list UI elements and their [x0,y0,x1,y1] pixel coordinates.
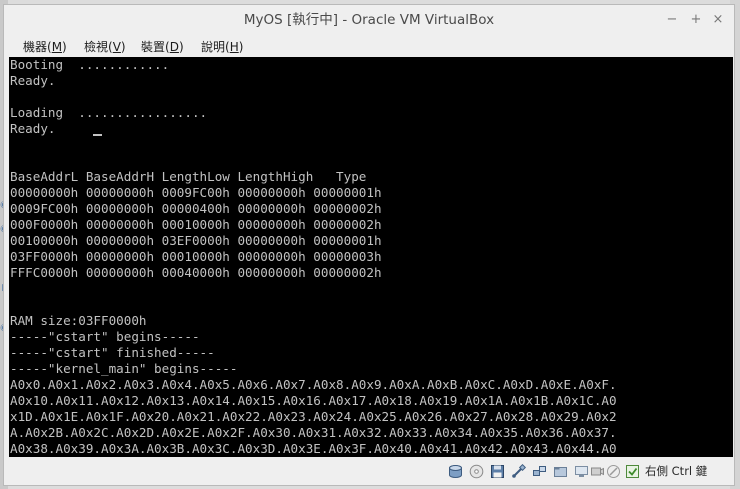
console-line: A0x0.A0x1.A0x2.A0x3.A0x4.A0x5.A0x6.A0x7.… [10,377,617,392]
console-line: -----"cstart" begins----- [10,329,200,344]
console-line: Ready. [10,73,56,88]
text-cursor [93,134,102,136]
hard-disk-icon[interactable] [448,464,463,479]
guest-console-screen[interactable]: Booting ............ Ready. Loading ......… [9,57,733,457]
title-bar[interactable]: MyOS [執行中] - Oracle VM VirtualBox − + × [4,5,734,35]
minimize-button[interactable]: − [664,12,680,28]
guest-additions-icon[interactable] [625,464,640,479]
console-line: -----"cstart" finished----- [10,345,215,360]
console-line: 000F0000h 00000000h 00010000h 00000000h … [10,217,382,232]
console-line: A.A0x2B.A0x2C.A0x2D.A0x2E.A0x2F.A0x30.A0… [10,425,617,440]
network-icon[interactable] [532,464,547,479]
virtualbox-window: MyOS [執行中] - Oracle VM VirtualBox − + × … [3,4,735,486]
console-line: Booting ............ [10,57,170,72]
menu-view[interactable]: 檢視(V) [84,39,126,56]
console-line: 03FF0000h 00000000h 00010000h 00000000h … [10,249,382,264]
console-line: A0x10.A0x11.A0x12.A0x13.A0x14.A0x15.A0x1… [10,393,617,408]
menu-machine[interactable]: 機器(M) [23,39,67,56]
floppy-icon[interactable] [490,464,505,479]
window-title: MyOS [執行中] - Oracle VM VirtualBox [243,12,495,28]
status-bar: 右側 Ctrl 鍵 [4,457,734,485]
display-icon[interactable] [574,464,589,479]
console-line: 00000000h 00000000h 0009FC00h 00000000h … [10,185,382,200]
console-line: 0009FC00h 00000000h 00000400h 00000000h … [10,201,382,216]
mouse-integration-icon[interactable] [606,464,621,479]
menu-help[interactable]: 說明(H) [201,39,243,56]
video-capture-icon[interactable] [590,464,605,479]
optical-drive-icon[interactable] [469,464,484,479]
close-button[interactable]: × [710,12,726,28]
console-line: RAM size:03FF0000h [10,313,147,328]
menu-bar: 機器(M) 檢視(V) 裝置(D) 說明(H) [4,35,734,59]
host-key-label[interactable]: 右側 Ctrl 鍵 [645,463,707,479]
console-line: Loading ................. [10,105,208,120]
console-line: 00100000h 00000000h 03EF0000h 00000000h … [10,233,382,248]
console-line: -----"kernel_main" begins----- [10,361,238,376]
usb-icon[interactable] [511,464,526,479]
console-line: x1D.A0x1E.A0x1F.A0x20.A0x21.A0x22.A0x23.… [10,409,617,424]
shared-folder-icon[interactable] [553,464,568,479]
menu-devices[interactable]: 裝置(D) [141,39,184,56]
console-line: BaseAddrL BaseAddrH LengthLow LengthHigh… [10,169,367,184]
console-line: Ready. [10,121,56,136]
maximize-button[interactable]: + [688,12,704,28]
console-line: A0x38.A0x39.A0x3A.A0x3B.A0x3C.A0x3D.A0x3… [10,441,617,456]
console-line: FFFC0000h 00000000h 00040000h 00000000h … [10,265,382,280]
